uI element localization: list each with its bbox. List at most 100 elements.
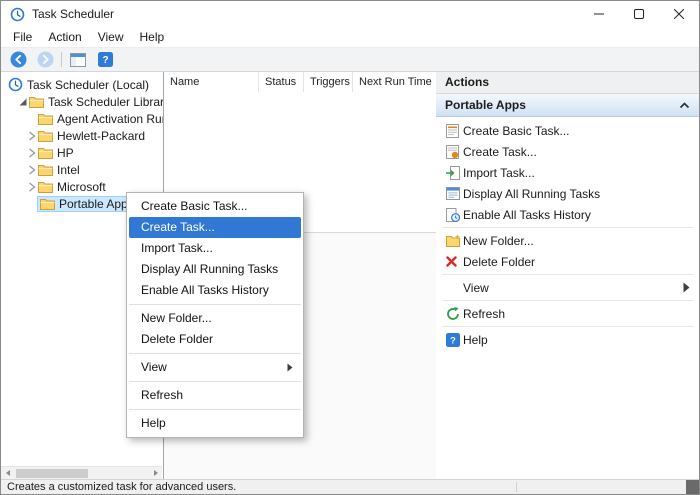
actions-separator: [442, 300, 693, 301]
titlebar: Task Scheduler: [1, 1, 699, 27]
action-enable-all-tasks-history[interactable]: Enable All Tasks History: [436, 204, 699, 225]
action-refresh[interactable]: Refresh: [436, 303, 699, 324]
action-import-task[interactable]: Import Task...: [436, 162, 699, 183]
chevron-right-icon[interactable]: [25, 164, 38, 175]
action-label: Refresh: [463, 306, 506, 321]
folder-icon: [40, 198, 55, 210]
context-menu: Create Basic Task... Create Task... Impo…: [126, 192, 304, 438]
show-console-tree-icon[interactable]: [67, 50, 89, 70]
action-label: Display All Running Tasks: [463, 186, 601, 201]
resize-grip[interactable]: [686, 480, 699, 494]
menu-help[interactable]: Help: [132, 30, 173, 44]
menu-bar: File Action View Help: [1, 27, 699, 48]
action-display-all-running-tasks[interactable]: Display All Running Tasks: [436, 183, 699, 204]
chevron-right-icon[interactable]: [25, 181, 38, 192]
menu-item-delete-folder[interactable]: Delete Folder: [127, 329, 303, 350]
task-list-header: Name Status Triggers Next Run Time: [164, 72, 437, 93]
menu-separator: [129, 381, 301, 382]
action-label: Create Basic Task...: [463, 123, 570, 138]
actions-section-label: Portable Apps: [445, 98, 526, 112]
action-create-task[interactable]: Create Task...: [436, 141, 699, 162]
menu-item-create-basic-task[interactable]: Create Basic Task...: [127, 196, 303, 217]
tree-item-task-scheduler-local[interactable]: Task Scheduler (Local): [1, 76, 163, 93]
action-delete-folder[interactable]: Delete Folder: [436, 251, 699, 272]
tree-item-label: HP: [57, 145, 74, 160]
close-button[interactable]: [659, 1, 699, 27]
chevron-right-icon[interactable]: [25, 130, 38, 141]
menu-separator: [129, 409, 301, 410]
tree-item-label: Task Scheduler (Local): [27, 77, 150, 92]
action-label: Import Task...: [463, 165, 535, 180]
tree-item-hp[interactable]: HP: [1, 144, 163, 161]
new-folder-icon: [446, 234, 463, 247]
menu-item-display-all-running-tasks[interactable]: Display All Running Tasks: [127, 259, 303, 280]
scroll-left-icon[interactable]: [1, 469, 14, 477]
help-icon: ?: [446, 332, 463, 347]
forward-icon[interactable]: [34, 50, 56, 70]
folder-icon: [38, 147, 53, 159]
toolbar: ?: [1, 48, 699, 72]
folder-icon: [38, 164, 53, 176]
menu-item-label: View: [141, 360, 167, 374]
folder-icon: [38, 130, 53, 142]
tree-item-agent-activation-runtime[interactable]: Agent Activation Runt: [1, 110, 163, 127]
actions-separator: [442, 227, 693, 228]
column-header-triggers[interactable]: Triggers: [304, 72, 353, 92]
tree-item-task-scheduler-library[interactable]: Task Scheduler Library: [1, 93, 163, 110]
tree-item-label: Agent Activation Runt: [57, 111, 163, 126]
menu-item-new-folder[interactable]: New Folder...: [127, 308, 303, 329]
menu-item-refresh[interactable]: Refresh: [127, 385, 303, 406]
window-controls: [579, 1, 699, 27]
menu-view[interactable]: View: [90, 30, 132, 44]
tree-item-label: Portable Apps: [59, 196, 134, 211]
column-header-status[interactable]: Status: [259, 72, 304, 92]
tree-horizontal-scrollbar[interactable]: [1, 466, 162, 479]
import-task-icon: [446, 165, 463, 180]
status-text: Creates a customized task for advanced u…: [7, 481, 237, 493]
menu-action[interactable]: Action: [40, 30, 89, 44]
back-icon[interactable]: [7, 50, 29, 70]
svg-text:?: ?: [102, 55, 108, 66]
menu-item-help[interactable]: Help: [127, 413, 303, 434]
action-new-folder[interactable]: New Folder...: [436, 230, 699, 251]
tree-item-hewlett-packard[interactable]: Hewlett-Packard: [1, 127, 163, 144]
action-view[interactable]: View: [436, 277, 699, 298]
action-help[interactable]: ? Help: [436, 329, 699, 350]
task-scheduler-window: Task Scheduler File Action View Help ? T…: [0, 0, 700, 495]
submenu-arrow-icon: [287, 363, 293, 372]
menu-file[interactable]: File: [5, 30, 40, 44]
tree-item-label: Hewlett-Packard: [57, 128, 146, 143]
column-header-next-run-time[interactable]: Next Run Time: [353, 72, 437, 92]
scrollbar-thumb[interactable]: [16, 468, 88, 478]
action-create-basic-task[interactable]: Create Basic Task...: [436, 120, 699, 141]
column-header-name[interactable]: Name: [164, 72, 259, 92]
actions-panel: Actions Portable Apps Create Basic Task.…: [436, 72, 699, 479]
refresh-icon: [446, 306, 463, 321]
task-scheduler-app-icon: [8, 77, 23, 92]
tree-item-label: Intel: [57, 162, 80, 177]
menu-item-view[interactable]: View: [127, 357, 303, 378]
folder-icon: [38, 113, 53, 125]
selected-tree-item-highlight: Portable Apps: [37, 195, 137, 212]
display-running-tasks-icon: [446, 187, 463, 200]
svg-text:?: ?: [450, 335, 456, 345]
menu-item-create-task[interactable]: Create Task...: [129, 217, 301, 238]
minimize-button[interactable]: [579, 1, 619, 27]
help-icon[interactable]: ?: [94, 50, 116, 70]
tree-item-intel[interactable]: Intel: [1, 161, 163, 178]
submenu-arrow-icon: [683, 282, 690, 293]
menu-item-import-task[interactable]: Import Task...: [127, 238, 303, 259]
actions-section-portable-apps[interactable]: Portable Apps: [436, 94, 699, 117]
collapse-chevron-icon[interactable]: [679, 101, 690, 109]
menu-item-enable-all-tasks-history[interactable]: Enable All Tasks History: [127, 280, 303, 301]
expanded-twisty-icon[interactable]: [16, 97, 29, 107]
console-tree: Task Scheduler (Local) Task Scheduler Li…: [1, 72, 163, 212]
folder-icon: [29, 96, 44, 108]
scroll-right-icon[interactable]: [149, 469, 162, 477]
chevron-right-icon[interactable]: [25, 147, 38, 158]
actions-list: Create Basic Task... Create Task... Impo…: [436, 117, 699, 350]
action-label: Enable All Tasks History: [463, 207, 591, 222]
maximize-button[interactable]: [619, 1, 659, 27]
delete-folder-icon: [446, 256, 463, 267]
menu-separator: [129, 353, 301, 354]
